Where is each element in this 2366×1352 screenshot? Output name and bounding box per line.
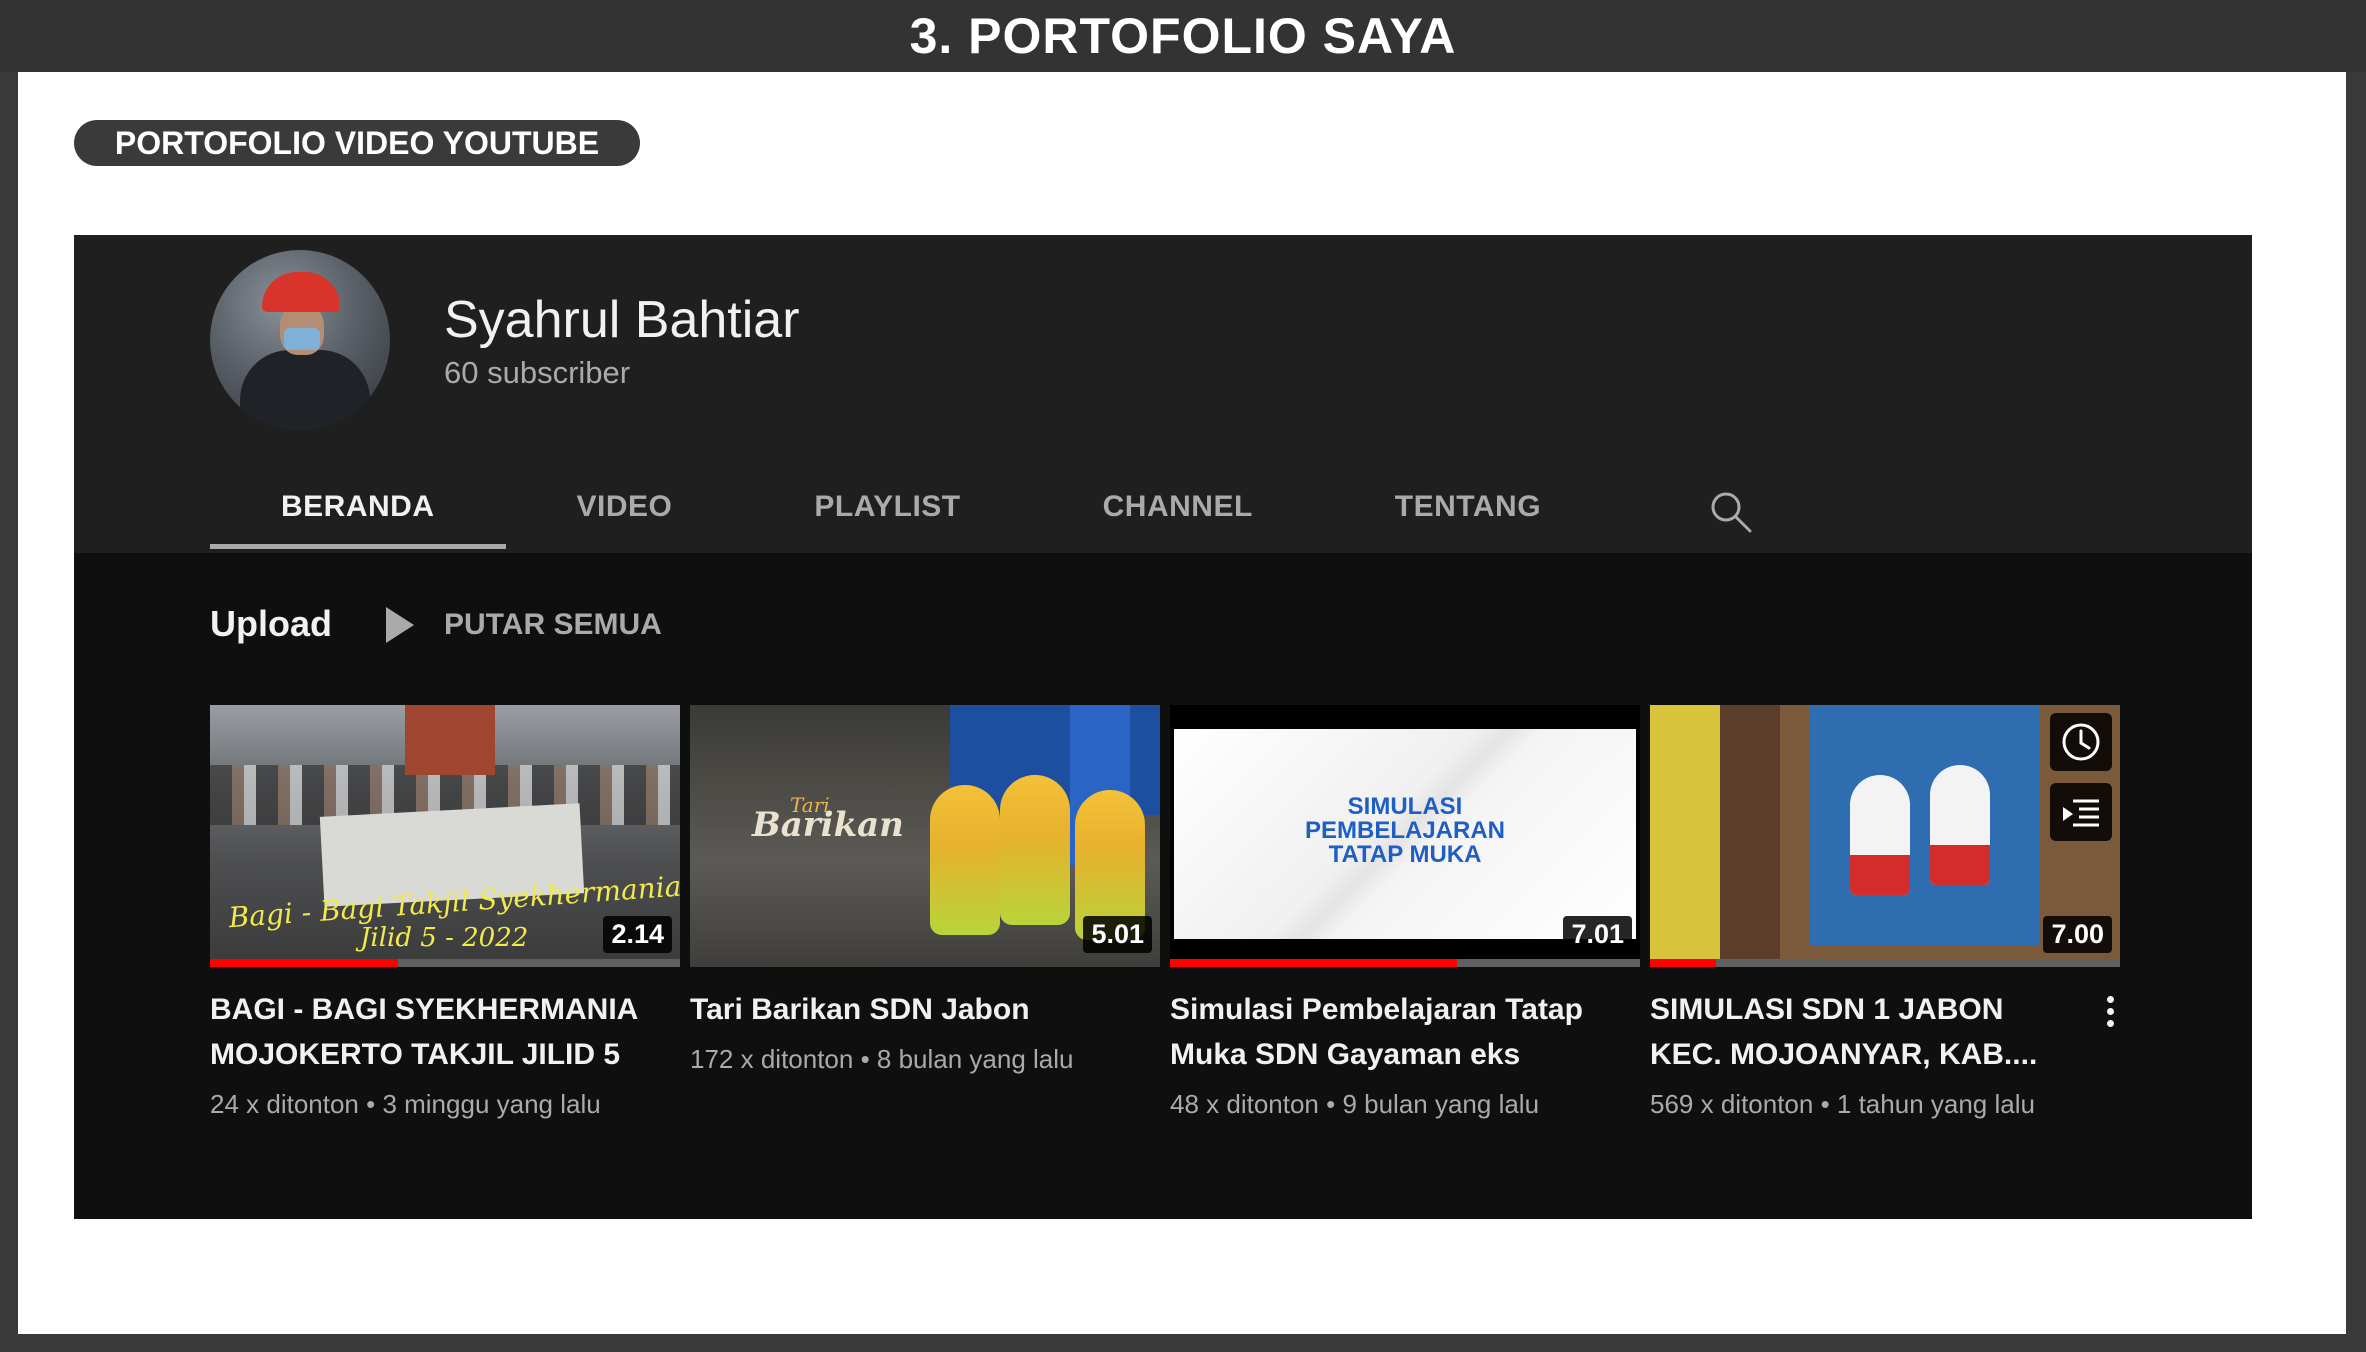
video-duration: 2.14: [603, 916, 672, 953]
thumbnail-caption-line: SIMULASI: [1347, 793, 1463, 820]
watch-progress-fill: [1650, 959, 1716, 967]
tab-beranda[interactable]: BERANDA: [210, 475, 506, 553]
tab-playlist[interactable]: PLAYLIST: [743, 475, 1031, 553]
video-thumbnail[interactable]: Bagi - Bagi Takjil Syekhermania Mojokert…: [210, 705, 680, 967]
add-to-queue-icon[interactable]: [2050, 783, 2112, 841]
thumbnail-caption: Barikan: [752, 805, 904, 845]
tab-channel[interactable]: CHANNEL: [1032, 475, 1324, 553]
clock-icon[interactable]: [2050, 713, 2112, 771]
video-meta: 569 x ditonton • 1 tahun yang lalu: [1650, 1089, 2035, 1119]
video-card[interactable]: SIMULASI PEMBELAJARAN TATAP MUKA 7.01 Si…: [1170, 705, 1640, 1120]
video-title[interactable]: Tari Barikan SDN Jabon: [690, 987, 1130, 1032]
video-title[interactable]: SIMULASI SDN 1 JABON KEC. MOJOANYAR, KAB…: [1650, 987, 2070, 1077]
play-icon: [386, 607, 414, 643]
thumbnail-door: [1720, 705, 1780, 967]
play-all-label: PUTAR SEMUA: [444, 608, 662, 641]
channel-avatar[interactable]: [210, 250, 390, 430]
upload-heading: Upload: [210, 603, 332, 644]
video-thumbnail[interactable]: Tari Barikan 5.01: [690, 705, 1160, 967]
page-header: 3. PORTOFOLIO SAYA: [0, 0, 2366, 72]
tab-video[interactable]: VIDEO: [506, 475, 744, 553]
video-title[interactable]: BAGI - BAGI SYEKHERMANIA MOJOKERTO TAKJI…: [210, 987, 650, 1077]
video-card[interactable]: Tari Barikan 5.01 Tari Barikan SDN Jabon…: [690, 705, 1160, 1075]
video-meta: 48 x ditonton • 9 bulan yang lalu: [1170, 1089, 1540, 1119]
watch-progress-fill: [1170, 959, 1457, 967]
tab-tentang[interactable]: TENTANG: [1324, 475, 1612, 553]
avatar-helmet: [262, 272, 340, 312]
watch-progress: [1650, 959, 2120, 967]
watch-progress: [1170, 959, 1640, 967]
page-title: 3. PORTOFOLIO SAYA: [909, 8, 1457, 64]
thumbnail-caption-line: PEMBELAJARAN: [1304, 817, 1505, 844]
thumbnail-kid: [1930, 765, 1990, 885]
subscriber-count: 60 subscriber: [444, 355, 631, 390]
more-vert-icon[interactable]: [2100, 993, 2120, 1032]
thumbnail-caption-line: TATAP MUKA: [1328, 841, 1482, 868]
video-meta: 172 x ditonton • 8 bulan yang lalu: [690, 1044, 1074, 1074]
video-duration: 7.01: [1563, 916, 1632, 953]
search-icon[interactable]: [1694, 475, 1774, 535]
video-card[interactable]: 7.00 SIMULASI SDN 1 JABON KEC. MOJOANYAR…: [1650, 705, 2120, 1120]
thumbnail-wall: [1650, 705, 1720, 967]
youtube-channel-screenshot: Syahrul Bahtiar 60 subscriber BERANDA VI…: [74, 235, 2252, 1219]
thumbnail-dancer: [930, 785, 1000, 935]
avatar-mask: [284, 328, 320, 350]
video-meta: 24 x ditonton • 3 minggu yang lalu: [210, 1089, 601, 1119]
video-duration: 7.00: [2043, 916, 2112, 953]
watch-progress-fill: [210, 959, 398, 967]
channel-tabs: BERANDA VIDEO PLAYLIST CHANNEL TENTANG: [210, 475, 1612, 553]
video-card[interactable]: Bagi - Bagi Takjil Syekhermania Mojokert…: [210, 705, 680, 1120]
thumbnail-kid: [1850, 775, 1910, 895]
thumbnail-dancer: [1000, 775, 1070, 925]
video-title[interactable]: Simulasi Pembelajaran Tatap Muka SDN Gay…: [1170, 987, 1610, 1077]
thumbnail-gate: [405, 705, 495, 775]
thumbnail-caption: Jilid 5 - 2022: [360, 923, 529, 953]
watch-progress: [210, 959, 680, 967]
thumbnail-caption: SIMULASI PEMBELAJARAN TATAP MUKA: [1170, 795, 1640, 867]
thumbnail-poster: [1810, 705, 2040, 945]
channel-name: Syahrul Bahtiar: [444, 291, 800, 349]
video-thumbnail[interactable]: 7.00: [1650, 705, 2120, 967]
play-all-button[interactable]: PUTAR SEMUA: [386, 601, 662, 649]
video-duration: 5.01: [1083, 916, 1152, 953]
section-pill: PORTOFOLIO VIDEO YOUTUBE: [74, 120, 640, 166]
avatar-body: [240, 350, 370, 430]
video-thumbnail[interactable]: SIMULASI PEMBELAJARAN TATAP MUKA 7.01: [1170, 705, 1640, 967]
